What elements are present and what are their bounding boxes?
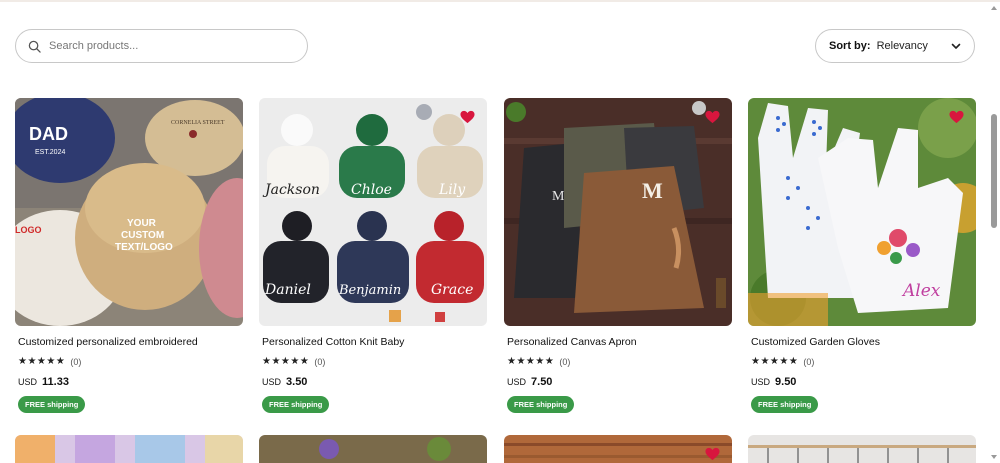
star-icons: ★★★★★ <box>262 356 310 367</box>
svg-text:Daniel: Daniel <box>264 282 311 298</box>
heart-icon[interactable] <box>949 110 964 124</box>
svg-text:CORNELIA STREET: CORNELIA STREET <box>171 120 225 126</box>
review-count: (0) <box>803 356 815 367</box>
price-amount: 11.33 <box>42 376 69 388</box>
search-icon <box>28 40 41 53</box>
svg-text:DAD: DAD <box>29 124 68 144</box>
scroll-down-icon[interactable] <box>991 455 997 459</box>
star-icons: ★★★★★ <box>18 356 66 367</box>
page-scrollbar[interactable] <box>988 2 1000 463</box>
review-count: (0) <box>70 356 82 367</box>
svg-text:Grace: Grace <box>431 282 473 298</box>
product-rating: ★★★★★ (0) <box>18 356 243 367</box>
svg-text:M: M <box>642 178 663 203</box>
product-price: USD 11.33 <box>18 376 243 388</box>
product-image-partial[interactable] <box>259 435 487 463</box>
product-image-gloves[interactable]: Alex <box>748 98 976 326</box>
svg-text:Alex: Alex <box>901 281 941 301</box>
price-amount: 9.50 <box>775 376 797 388</box>
sort-dropdown[interactable]: Sort by: Relevancy <box>815 29 975 63</box>
price-amount: 7.50 <box>531 376 553 388</box>
product-image-partial[interactable] <box>748 435 976 463</box>
product-image-aprons[interactable]: M|R M <box>504 98 732 326</box>
price-currency: USD <box>507 377 527 387</box>
product-price: USD 3.50 <box>262 376 487 388</box>
free-shipping-badge: FREE shipping <box>751 396 819 413</box>
product-rating: ★★★★★ (0) <box>507 356 732 367</box>
svg-text:Jackson: Jackson <box>262 182 320 198</box>
heart-icon[interactable] <box>705 447 720 461</box>
svg-text:LOGO: LOGO <box>15 225 42 235</box>
product-title[interactable]: Personalized Cotton Knit Baby <box>262 336 487 348</box>
free-shipping-badge: FREE shipping <box>507 396 575 413</box>
svg-text:CUSTOM: CUSTOM <box>121 230 164 241</box>
star-icons: ★★★★★ <box>751 356 799 367</box>
heart-icon[interactable] <box>460 110 475 124</box>
top-divider <box>0 0 1000 2</box>
product-rating: ★★★★★ (0) <box>262 356 487 367</box>
product-card[interactable]: M|R M Personalized Canvas Apron ★★★★★ (0… <box>504 98 732 413</box>
svg-text:Lily: Lily <box>438 182 466 198</box>
heart-icon[interactable] <box>705 110 720 124</box>
sort-label: Sort by: <box>829 40 871 52</box>
svg-text:Benjamin: Benjamin <box>338 283 401 298</box>
free-shipping-badge: FREE shipping <box>18 396 86 413</box>
sort-value: Relevancy <box>876 40 928 52</box>
star-icons: ★★★★★ <box>507 356 555 367</box>
product-title[interactable]: Customized Garden Gloves <box>751 336 976 348</box>
price-currency: USD <box>18 377 38 387</box>
svg-text:EST.2024: EST.2024 <box>35 149 65 156</box>
svg-text:Chloe: Chloe <box>351 182 392 198</box>
free-shipping-badge: FREE shipping <box>262 396 330 413</box>
product-image-partial[interactable] <box>504 435 732 463</box>
product-rating: ★★★★★ (0) <box>751 356 976 367</box>
price-currency: USD <box>751 377 771 387</box>
product-card[interactable]: Jackson Chloe Lily Daniel Benjamin Grace… <box>259 98 487 413</box>
svg-text:TEXT/LOGO: TEXT/LOGO <box>115 242 173 253</box>
product-card[interactable]: DAD EST.2024 CORNELIA STREET LOGO YOUR C… <box>15 98 243 413</box>
product-title[interactable]: Personalized Canvas Apron <box>507 336 732 348</box>
review-count: (0) <box>559 356 571 367</box>
scroll-up-icon[interactable] <box>991 6 997 10</box>
product-title[interactable]: Customized personalized embroidered <box>18 336 243 348</box>
search-bar[interactable] <box>15 29 308 63</box>
chevron-down-icon <box>951 43 961 49</box>
product-price: USD 9.50 <box>751 376 976 388</box>
scrollbar-thumb[interactable] <box>991 114 997 228</box>
product-image-caps[interactable]: DAD EST.2024 CORNELIA STREET LOGO YOUR C… <box>15 98 243 326</box>
svg-text:YOUR: YOUR <box>127 218 157 229</box>
price-currency: USD <box>262 377 282 387</box>
product-card[interactable]: Alex Customized Garden Gloves ★★★★★ (0) … <box>748 98 976 413</box>
product-image-partial[interactable] <box>15 435 243 463</box>
search-input[interactable] <box>49 40 289 52</box>
price-amount: 3.50 <box>286 376 308 388</box>
review-count: (0) <box>314 356 326 367</box>
product-image-beanies[interactable]: Jackson Chloe Lily Daniel Benjamin Grace <box>259 98 487 326</box>
product-price: USD 7.50 <box>507 376 732 388</box>
